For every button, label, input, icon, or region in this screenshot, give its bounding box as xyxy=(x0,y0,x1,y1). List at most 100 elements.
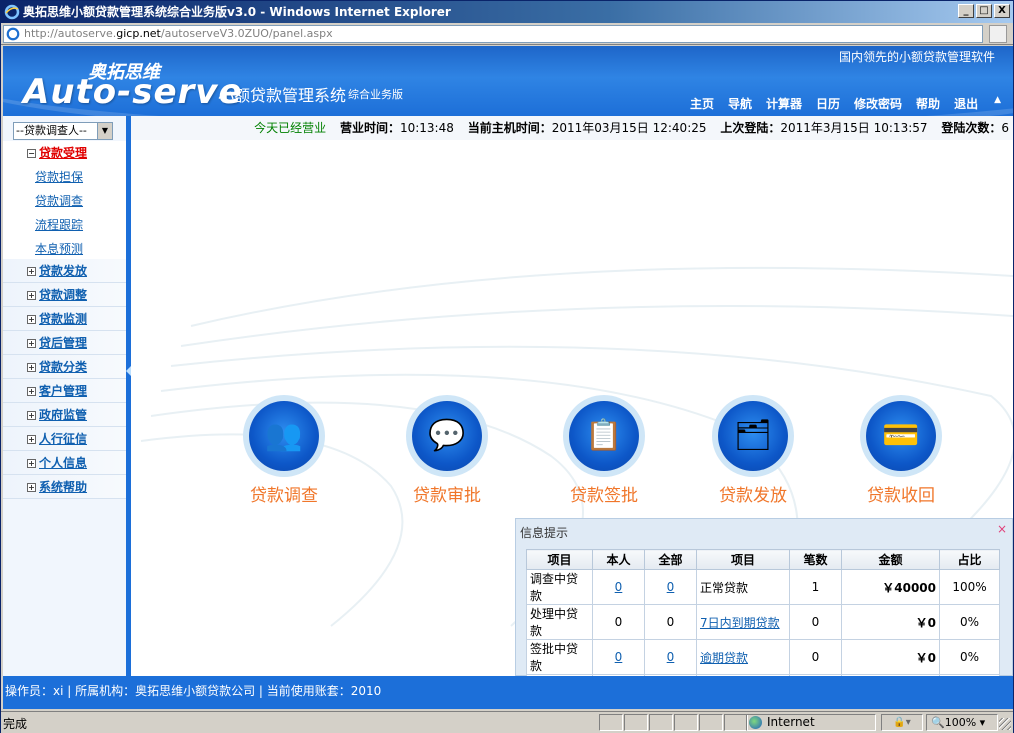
cell-mine-link[interactable]: 0 xyxy=(615,650,623,664)
expand-icon[interactable]: + xyxy=(27,315,36,324)
cell-item: 签批中贷款 xyxy=(526,639,593,675)
resize-grip[interactable] xyxy=(999,718,1011,730)
minimize-button[interactable]: _ xyxy=(958,4,974,18)
sidebar-group-label: 贷款调整 xyxy=(39,288,88,302)
speech-document-icon[interactable]: 💬 xyxy=(412,401,482,471)
flow-label[interactable]: 贷款调查 xyxy=(219,481,349,506)
cell-all-link[interactable]: 0 xyxy=(667,650,675,664)
expand-icon[interactable]: + xyxy=(27,291,36,300)
sidebar-group-post-loan[interactable]: + 贷后管理 xyxy=(3,331,126,355)
sidebar-item-loan-guarantee[interactable]: 贷款担保 xyxy=(3,165,126,189)
card-return-icon[interactable]: 💳 xyxy=(866,401,936,471)
maximize-button[interactable]: □ xyxy=(976,4,992,18)
cell-all[interactable]: 0 xyxy=(644,639,697,675)
col-mine: 本人 xyxy=(592,549,645,570)
expand-icon[interactable]: + xyxy=(27,267,36,276)
nav-help[interactable]: 帮助 xyxy=(916,95,940,112)
sidebar-group-label: 个人信息 xyxy=(39,456,88,470)
status-panes xyxy=(599,714,749,731)
sidebar-item-interest-forecast[interactable]: 本息预测 xyxy=(3,237,126,261)
collapse-icon[interactable]: − xyxy=(27,149,36,158)
sidebar-group-personal[interactable]: + 个人信息 xyxy=(3,451,126,475)
investigator-select[interactable]: --贷款调查人-- ▼ xyxy=(13,122,113,140)
cell-all-link[interactable]: 0 xyxy=(667,580,675,594)
cell-item2-link[interactable]: 7日内到期贷款 xyxy=(700,616,780,630)
expand-icon[interactable]: + xyxy=(27,435,36,444)
col-ratio: 占比 xyxy=(939,549,1000,570)
nav-home[interactable]: 主页 xyxy=(690,95,714,112)
expand-icon[interactable]: + xyxy=(27,459,36,468)
expand-icon[interactable]: + xyxy=(27,339,36,348)
protected-mode-button[interactable]: 🔒▾ xyxy=(881,714,923,731)
cell-mine[interactable]: 0 xyxy=(592,569,645,605)
col-all: 全部 xyxy=(644,549,697,570)
col-count: 笔数 xyxy=(789,549,842,570)
cell-amount: ￥0 xyxy=(841,604,940,640)
sidebar-group-loan-adjustment[interactable]: + 贷款调整 xyxy=(3,283,126,307)
documents-icon[interactable]: 🗂 xyxy=(718,401,788,471)
cell-mine[interactable]: 0 xyxy=(592,639,645,675)
url-input[interactable]: http://autoserve.gicp.net/autoserveV3.0Z… xyxy=(3,25,983,43)
sidebar-group-label: 贷款分类 xyxy=(39,360,88,374)
sidebar-group-loan-acceptance[interactable]: − 贷款受理 xyxy=(3,141,126,165)
flow-loan-recovery[interactable]: 💳 贷款收回 xyxy=(836,401,966,506)
business-time-label: 营业时间： xyxy=(339,121,400,135)
cell-count: 0 xyxy=(789,604,842,640)
clipboard-pencil-icon[interactable]: 📋 xyxy=(569,401,639,471)
footer-info: 操作员：xi | 所属机构：奥拓思维小额贷款公司 | 当前使用账套：2010 xyxy=(5,684,382,698)
flow-label[interactable]: 贷款签批 xyxy=(539,481,669,506)
flow-loan-approval[interactable]: 💬 贷款审批 xyxy=(382,401,512,506)
main-panel: 今天已经营业 营业时间：10:13:48 当前主机时间：2011年03月15日 … xyxy=(131,116,1013,676)
expand-icon[interactable]: + xyxy=(27,483,36,492)
sidebar-group-label: 贷款监测 xyxy=(39,312,88,326)
sidebar-group-label: 贷款受理 xyxy=(39,146,88,160)
nav-calendar[interactable]: 日历 xyxy=(816,95,840,112)
flow-loan-signoff[interactable]: 📋 贷款签批 xyxy=(539,401,669,506)
sidebar-group-credit[interactable]: + 人行征信 xyxy=(3,427,126,451)
sidebar-group-loan-classification[interactable]: + 贷款分类 xyxy=(3,355,126,379)
nav-navigation[interactable]: 导航 xyxy=(728,95,752,112)
expand-icon[interactable]: + xyxy=(27,387,36,396)
nav-change-password[interactable]: 修改密码 xyxy=(854,95,902,112)
sidebar-group-customer[interactable]: + 客户管理 xyxy=(3,379,126,403)
cell-item: 调查中贷款 xyxy=(526,569,593,605)
cell-item2-link[interactable]: 逾期贷款 xyxy=(700,651,748,665)
flow-loan-disbursement[interactable]: 🗂 贷款发放 xyxy=(688,401,818,506)
sidebar-group-label: 贷款发放 xyxy=(39,264,88,278)
close-icon[interactable]: × xyxy=(997,522,1007,536)
security-zone[interactable]: Internet xyxy=(746,714,876,731)
expand-icon[interactable]: + xyxy=(27,363,36,372)
expand-icon[interactable]: + xyxy=(27,411,36,420)
cell-mine-link[interactable]: 0 xyxy=(615,580,623,594)
status-pane xyxy=(649,714,673,731)
cell-item2[interactable]: 7日内到期贷款 xyxy=(696,604,790,640)
flow-label[interactable]: 贷款发放 xyxy=(688,481,818,506)
cell-amount: ￥0 xyxy=(841,639,940,675)
window-title: 奥拓思维小额贷款管理系统综合业务版v3.0 - Windows Internet… xyxy=(23,5,451,19)
compatibility-view-icon[interactable] xyxy=(989,25,1007,43)
status-pane xyxy=(699,714,723,731)
close-button[interactable]: X xyxy=(994,4,1010,18)
nav-logout[interactable]: 退出 xyxy=(954,95,978,112)
sidebar-group-government[interactable]: + 政府监管 xyxy=(3,403,126,427)
nav-calculator[interactable]: 计算器 xyxy=(766,95,802,112)
sidebar-group-help[interactable]: + 系统帮助 xyxy=(3,475,126,499)
flow-label[interactable]: 贷款审批 xyxy=(382,481,512,506)
zoom-level-button[interactable]: 🔍100% ▾ xyxy=(926,714,998,731)
flow-loan-investigation[interactable]: 👥 贷款调查 xyxy=(219,401,349,506)
zoom-icon: 🔍 xyxy=(931,716,945,729)
cell-all[interactable]: 0 xyxy=(644,569,697,605)
sidebar-item-process-tracking[interactable]: 流程跟踪 xyxy=(3,213,126,237)
sidebar-group-loan-monitoring[interactable]: + 贷款监测 xyxy=(3,307,126,331)
collapse-header-icon[interactable]: ▲ xyxy=(994,95,1001,112)
sidebar-item-loan-investigation[interactable]: 贷款调查 xyxy=(3,189,126,213)
chevron-down-icon[interactable]: ▼ xyxy=(97,123,112,139)
flow-label[interactable]: 贷款收回 xyxy=(836,481,966,506)
sidebar-group-loan-disbursement[interactable]: + 贷款发放 xyxy=(3,259,126,283)
table-row: 处理中贷款 0 0 7日内到期贷款 0 ￥0 0% xyxy=(526,604,1000,640)
cell-item2[interactable]: 逾期贷款 xyxy=(696,639,790,675)
people-icon[interactable]: 👥 xyxy=(249,401,319,471)
logo-chinese: 奥拓思维 xyxy=(88,62,160,83)
last-login-label: 上次登陆： xyxy=(720,121,781,135)
cell-ratio: 0% xyxy=(939,604,1000,640)
